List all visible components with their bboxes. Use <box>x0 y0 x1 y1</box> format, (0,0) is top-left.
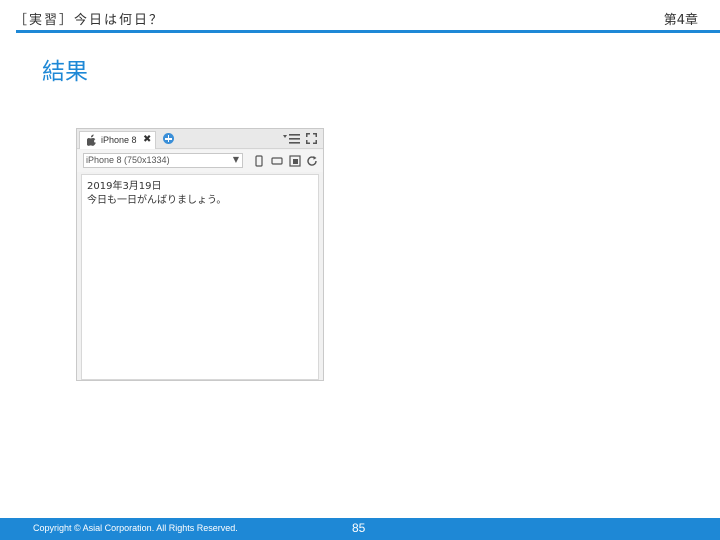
menu-icon[interactable] <box>283 133 301 144</box>
header-divider <box>16 30 720 33</box>
chapter-label: 第4章 <box>663 13 698 28</box>
close-icon[interactable]: ✖ <box>143 133 151 147</box>
refresh-icon[interactable] <box>306 155 318 167</box>
device-tab[interactable]: iPhone 8 ✖ <box>79 131 156 149</box>
section-title: 結果 <box>42 59 88 85</box>
chevron-down-icon: ▼ <box>232 155 239 164</box>
message-text: 今日も一日がんばりましょう。 <box>87 195 227 206</box>
simulator-screen: 2019年3月19日 今日も一日がんばりましょう。 <box>81 174 319 380</box>
apple-icon <box>87 134 96 146</box>
page-number: 85 <box>352 521 366 535</box>
simulator-tab-bar: iPhone 8 ✖ <box>77 129 323 149</box>
device-select[interactable]: iPhone 8 (750x1334) ▼ <box>83 153 243 168</box>
add-icon[interactable] <box>163 133 174 144</box>
device-select-value: iPhone 8 (750x1334) <box>86 155 170 165</box>
date-text: 2019年3月19日 <box>87 181 162 192</box>
simulator-toolbar: iPhone 8 (750x1334) ▼ <box>77 150 323 172</box>
screenshot-icon[interactable] <box>289 155 301 167</box>
expand-icon[interactable] <box>306 133 317 144</box>
portrait-icon[interactable] <box>253 155 265 167</box>
copyright-text: Copyright © Asial Corporation. All Right… <box>33 523 238 533</box>
footer-bar: Copyright © Asial Corporation. All Right… <box>0 518 720 540</box>
landscape-icon[interactable] <box>271 155 283 167</box>
device-tab-label: iPhone 8 <box>101 135 137 145</box>
slide-header-title: ［実習］今日は何日？ <box>14 13 165 28</box>
simulator-screenshot: iPhone 8 ✖ iPhone 8 (750x1334) ▼ 2019年3月… <box>76 128 324 381</box>
